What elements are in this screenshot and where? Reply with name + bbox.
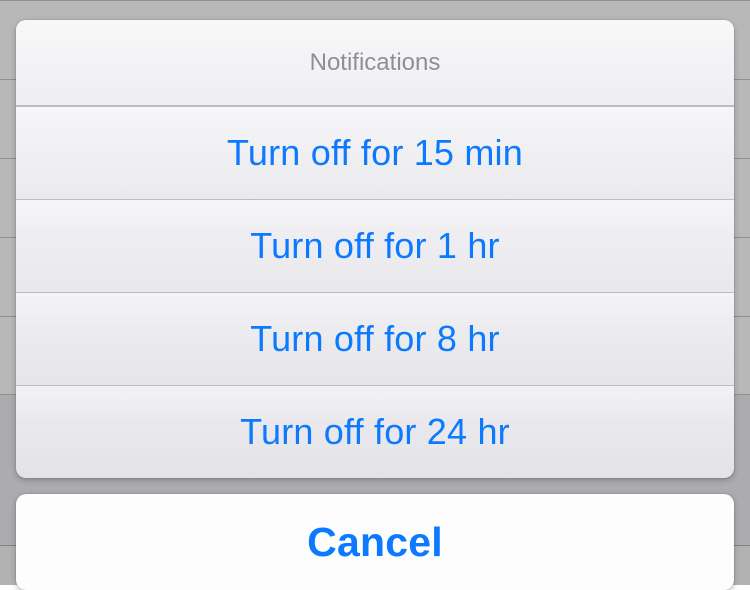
action-sheet-container: Notifications Turn off for 15 min Turn o… (16, 20, 734, 590)
cancel-button[interactable]: Cancel (16, 494, 734, 590)
modal-overlay: Notifications Turn off for 15 min Turn o… (0, 0, 750, 585)
action-sheet: Notifications Turn off for 15 min Turn o… (16, 20, 734, 478)
option-turn-off-8-hr[interactable]: Turn off for 8 hr (16, 292, 734, 385)
option-turn-off-1-hr[interactable]: Turn off for 1 hr (16, 199, 734, 292)
option-turn-off-24-hr[interactable]: Turn off for 24 hr (16, 385, 734, 478)
option-turn-off-15-min[interactable]: Turn off for 15 min (16, 106, 734, 199)
action-sheet-title: Notifications (16, 20, 734, 106)
